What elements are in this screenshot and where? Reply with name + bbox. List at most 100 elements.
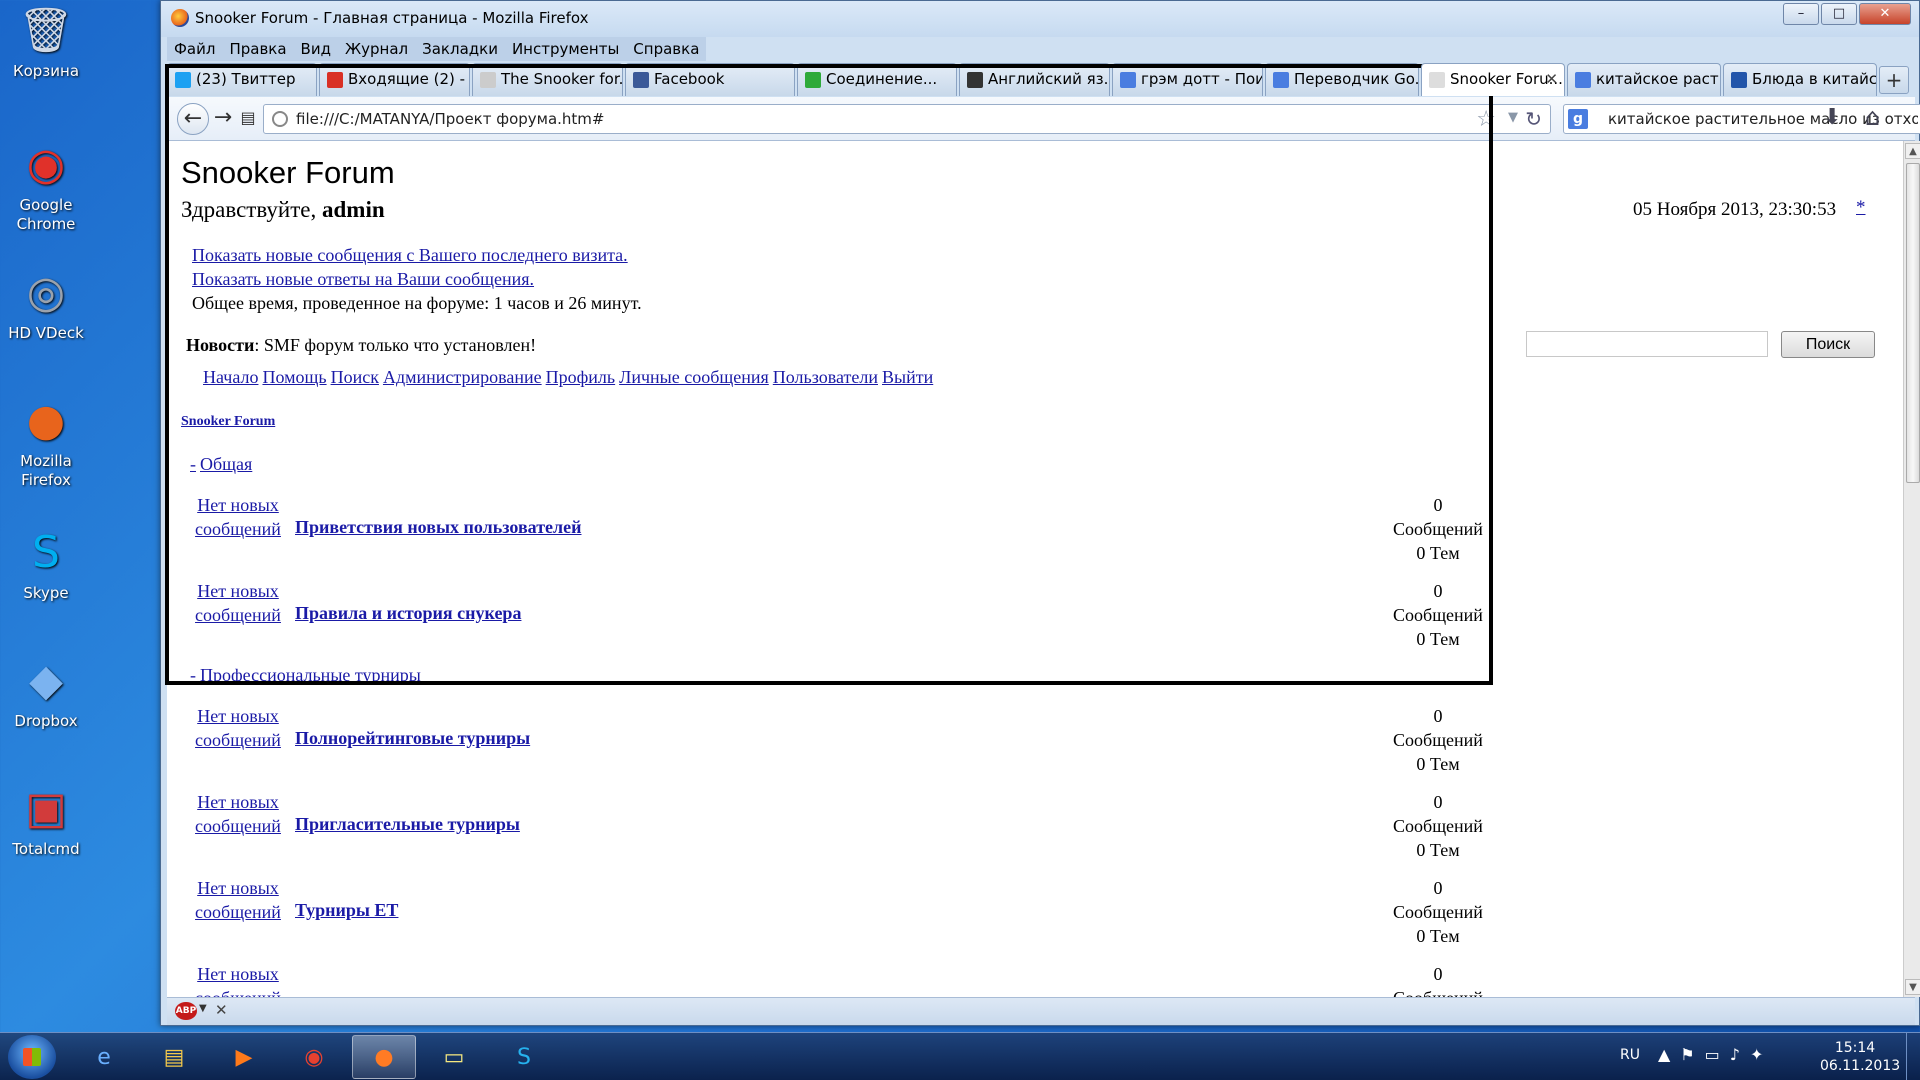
adblock-icon[interactable]: ABP xyxy=(175,1002,197,1020)
ie-icon[interactable]: e xyxy=(72,1035,136,1079)
no-new-posts-link[interactable]: сообщений xyxy=(195,902,281,922)
tab-6[interactable]: грэм дотт - Пои... xyxy=(1112,63,1263,96)
board-link[interactable]: Приветствия новых пользователей xyxy=(295,517,582,538)
tab-7[interactable]: Переводчик Go... xyxy=(1265,63,1419,96)
menu-item-1[interactable]: Правка xyxy=(222,37,293,61)
desktop-icon-3[interactable]: ● Mozilla Firefox xyxy=(6,392,86,490)
clock[interactable]: 15:14 06.11.2013 xyxy=(1820,1039,1900,1075)
desktop-icon-1[interactable]: ◉ Google Chrome xyxy=(6,136,86,234)
menu-item-2[interactable]: Вид xyxy=(294,37,338,61)
menu-item-0[interactable]: Файл xyxy=(167,37,222,61)
no-new-posts-link[interactable]: Нет новых xyxy=(197,495,279,515)
tab-2[interactable]: The Snooker for... xyxy=(472,63,623,96)
board-link[interactable]: Пригласительные турниры xyxy=(295,814,520,835)
category-link[interactable]: Общая xyxy=(200,454,252,474)
close-button[interactable]: ✕ xyxy=(1859,3,1911,25)
forum-menu-link-2[interactable]: Поиск xyxy=(331,367,379,387)
no-new-posts-link[interactable]: сообщений xyxy=(195,730,281,750)
menu-item-4[interactable]: Закладки xyxy=(415,37,505,61)
tab-9[interactable]: китайское раст... xyxy=(1567,63,1721,96)
chrome-icon[interactable]: ◉ xyxy=(282,1035,346,1079)
tab-0[interactable]: (23) Твиттер xyxy=(167,63,317,96)
no-new-posts-link[interactable]: сообщений xyxy=(195,519,281,539)
board-link[interactable]: Турниры ET xyxy=(295,900,398,921)
file-explorer-icon[interactable]: ▤ xyxy=(142,1035,206,1079)
menu-item-3[interactable]: Журнал xyxy=(338,37,415,61)
show-new-posts-link[interactable]: Показать новые сообщения с Вашего послед… xyxy=(192,245,628,266)
menu-item-6[interactable]: Справка xyxy=(626,37,706,61)
tab-8[interactable]: Snooker Foru... ✕ xyxy=(1421,63,1565,96)
close-addon-bar-icon[interactable]: ✕ xyxy=(215,1001,228,1019)
tab-10[interactable]: Блюда в китайс... xyxy=(1723,63,1877,96)
forum-menu-link-0[interactable]: Начало xyxy=(203,367,258,387)
no-new-posts-icon[interactable]: Нет новых сообщений xyxy=(188,790,288,838)
search-engine-icon[interactable]: g xyxy=(1568,109,1588,129)
no-new-posts-link[interactable]: Нет новых xyxy=(197,878,279,898)
forum-menu-link-6[interactable]: Пользователи xyxy=(773,367,878,387)
no-new-posts-icon[interactable]: Нет новых сообщений xyxy=(188,493,288,541)
no-new-posts-link[interactable]: Нет новых xyxy=(197,792,279,812)
forward-button[interactable]: → xyxy=(213,103,233,135)
minimize-button[interactable]: – xyxy=(1783,3,1819,25)
forum-menu-link-1[interactable]: Помощь xyxy=(262,367,326,387)
forum-menu-link-7[interactable]: Выйти xyxy=(882,367,933,387)
site-identity-icon[interactable]: ▤ xyxy=(237,103,259,135)
tab-3[interactable]: Facebook xyxy=(625,63,795,96)
board-link[interactable]: Полнорейтинговые турниры xyxy=(295,728,530,749)
bookmark-star-icon[interactable]: ☆ xyxy=(1476,107,1496,132)
scroll-up-icon[interactable]: ▲ xyxy=(1905,143,1920,159)
url-dropdown-icon[interactable]: ▼ xyxy=(1508,110,1518,125)
url-bar[interactable]: file:///C:/MATANYA/Проект форума.htm# ☆ … xyxy=(263,104,1551,134)
desktop-icon-4[interactable]: S Skype xyxy=(6,524,86,603)
desktop-icon-5[interactable]: ◆ Dropbox xyxy=(6,652,86,731)
adblock-dropdown-icon[interactable]: ▼ xyxy=(199,1003,207,1014)
back-button[interactable]: ← xyxy=(177,103,209,135)
datetime-link[interactable]: * xyxy=(1856,197,1866,219)
show-new-replies-link[interactable]: Показать новые ответы на Ваши сообщения. xyxy=(192,269,534,290)
sticky-notes-icon[interactable]: ▭ xyxy=(422,1035,486,1079)
collapse-toggle[interactable]: - xyxy=(190,665,196,685)
tab-close-icon[interactable]: ✕ xyxy=(1545,64,1558,95)
media-player-icon[interactable]: ▶ xyxy=(212,1035,276,1079)
collapse-toggle[interactable]: - xyxy=(190,454,196,474)
forum-search-button[interactable]: Поиск xyxy=(1781,331,1875,358)
forum-menu-link-4[interactable]: Профиль xyxy=(546,367,616,387)
desktop-icon-2[interactable]: ◎ HD VDeck xyxy=(6,264,86,343)
forum-menu-link-3[interactable]: Администрирование xyxy=(383,367,542,387)
skype-icon[interactable]: S xyxy=(492,1035,556,1079)
title-bar[interactable]: Snooker Forum - Главная страница - Mozil… xyxy=(161,1,1919,37)
no-new-posts-link[interactable]: Нет новых xyxy=(197,964,279,984)
firefox-icon[interactable]: ● xyxy=(352,1035,416,1079)
scrollbar-thumb[interactable] xyxy=(1906,163,1920,483)
home-icon[interactable]: ⌂ xyxy=(1865,103,1880,131)
no-new-posts-icon[interactable]: Нет новых сообщений xyxy=(188,704,288,752)
category-link[interactable]: Профессиональные турниры xyxy=(200,665,421,685)
no-new-posts-link[interactable]: сообщений xyxy=(195,816,281,836)
vertical-scrollbar[interactable]: ▲ ▼ xyxy=(1903,141,1920,997)
tab-5[interactable]: Английский яз... xyxy=(959,63,1110,96)
tab-1[interactable]: Входящие (2) - ... xyxy=(319,63,470,96)
new-tab-button[interactable]: + xyxy=(1879,66,1909,94)
desktop-icon-0[interactable]: 🗑 Корзина xyxy=(6,2,86,81)
reload-icon[interactable]: ↻ xyxy=(1525,107,1542,131)
no-new-posts-icon[interactable]: Нет новых сообщений xyxy=(188,579,288,627)
no-new-posts-icon[interactable]: Нет новых сообщений xyxy=(188,876,288,924)
url-input[interactable]: file:///C:/MATANYA/Проект форума.htm# xyxy=(296,110,605,128)
downloads-icon[interactable]: ⬇ xyxy=(1823,105,1841,130)
scroll-down-icon[interactable]: ▼ xyxy=(1905,979,1920,995)
forum-home-link[interactable]: Snooker Forum xyxy=(181,414,275,430)
no-new-posts-link[interactable]: сообщений xyxy=(195,988,281,997)
show-desktop-button[interactable] xyxy=(1906,1033,1920,1080)
start-button[interactable] xyxy=(8,1035,56,1079)
no-new-posts-link[interactable]: сообщений xyxy=(195,605,281,625)
maximize-button[interactable]: □ xyxy=(1821,3,1857,25)
menu-item-5[interactable]: Инструменты xyxy=(505,37,626,61)
no-new-posts-link[interactable]: Нет новых xyxy=(197,581,279,601)
no-new-posts-icon[interactable]: Нет новых сообщений xyxy=(188,962,288,997)
tab-4[interactable]: Соединение... xyxy=(797,63,957,96)
board-link[interactable]: Правила и история снукера xyxy=(295,603,521,624)
language-indicator[interactable]: RU xyxy=(1620,1047,1640,1063)
desktop-icon-6[interactable]: ▣ Totalcmd xyxy=(6,780,86,859)
system-tray[interactable]: ▲⚑▭♪✦ xyxy=(1658,1045,1773,1064)
forum-menu-link-5[interactable]: Личные сообщения xyxy=(619,367,769,387)
